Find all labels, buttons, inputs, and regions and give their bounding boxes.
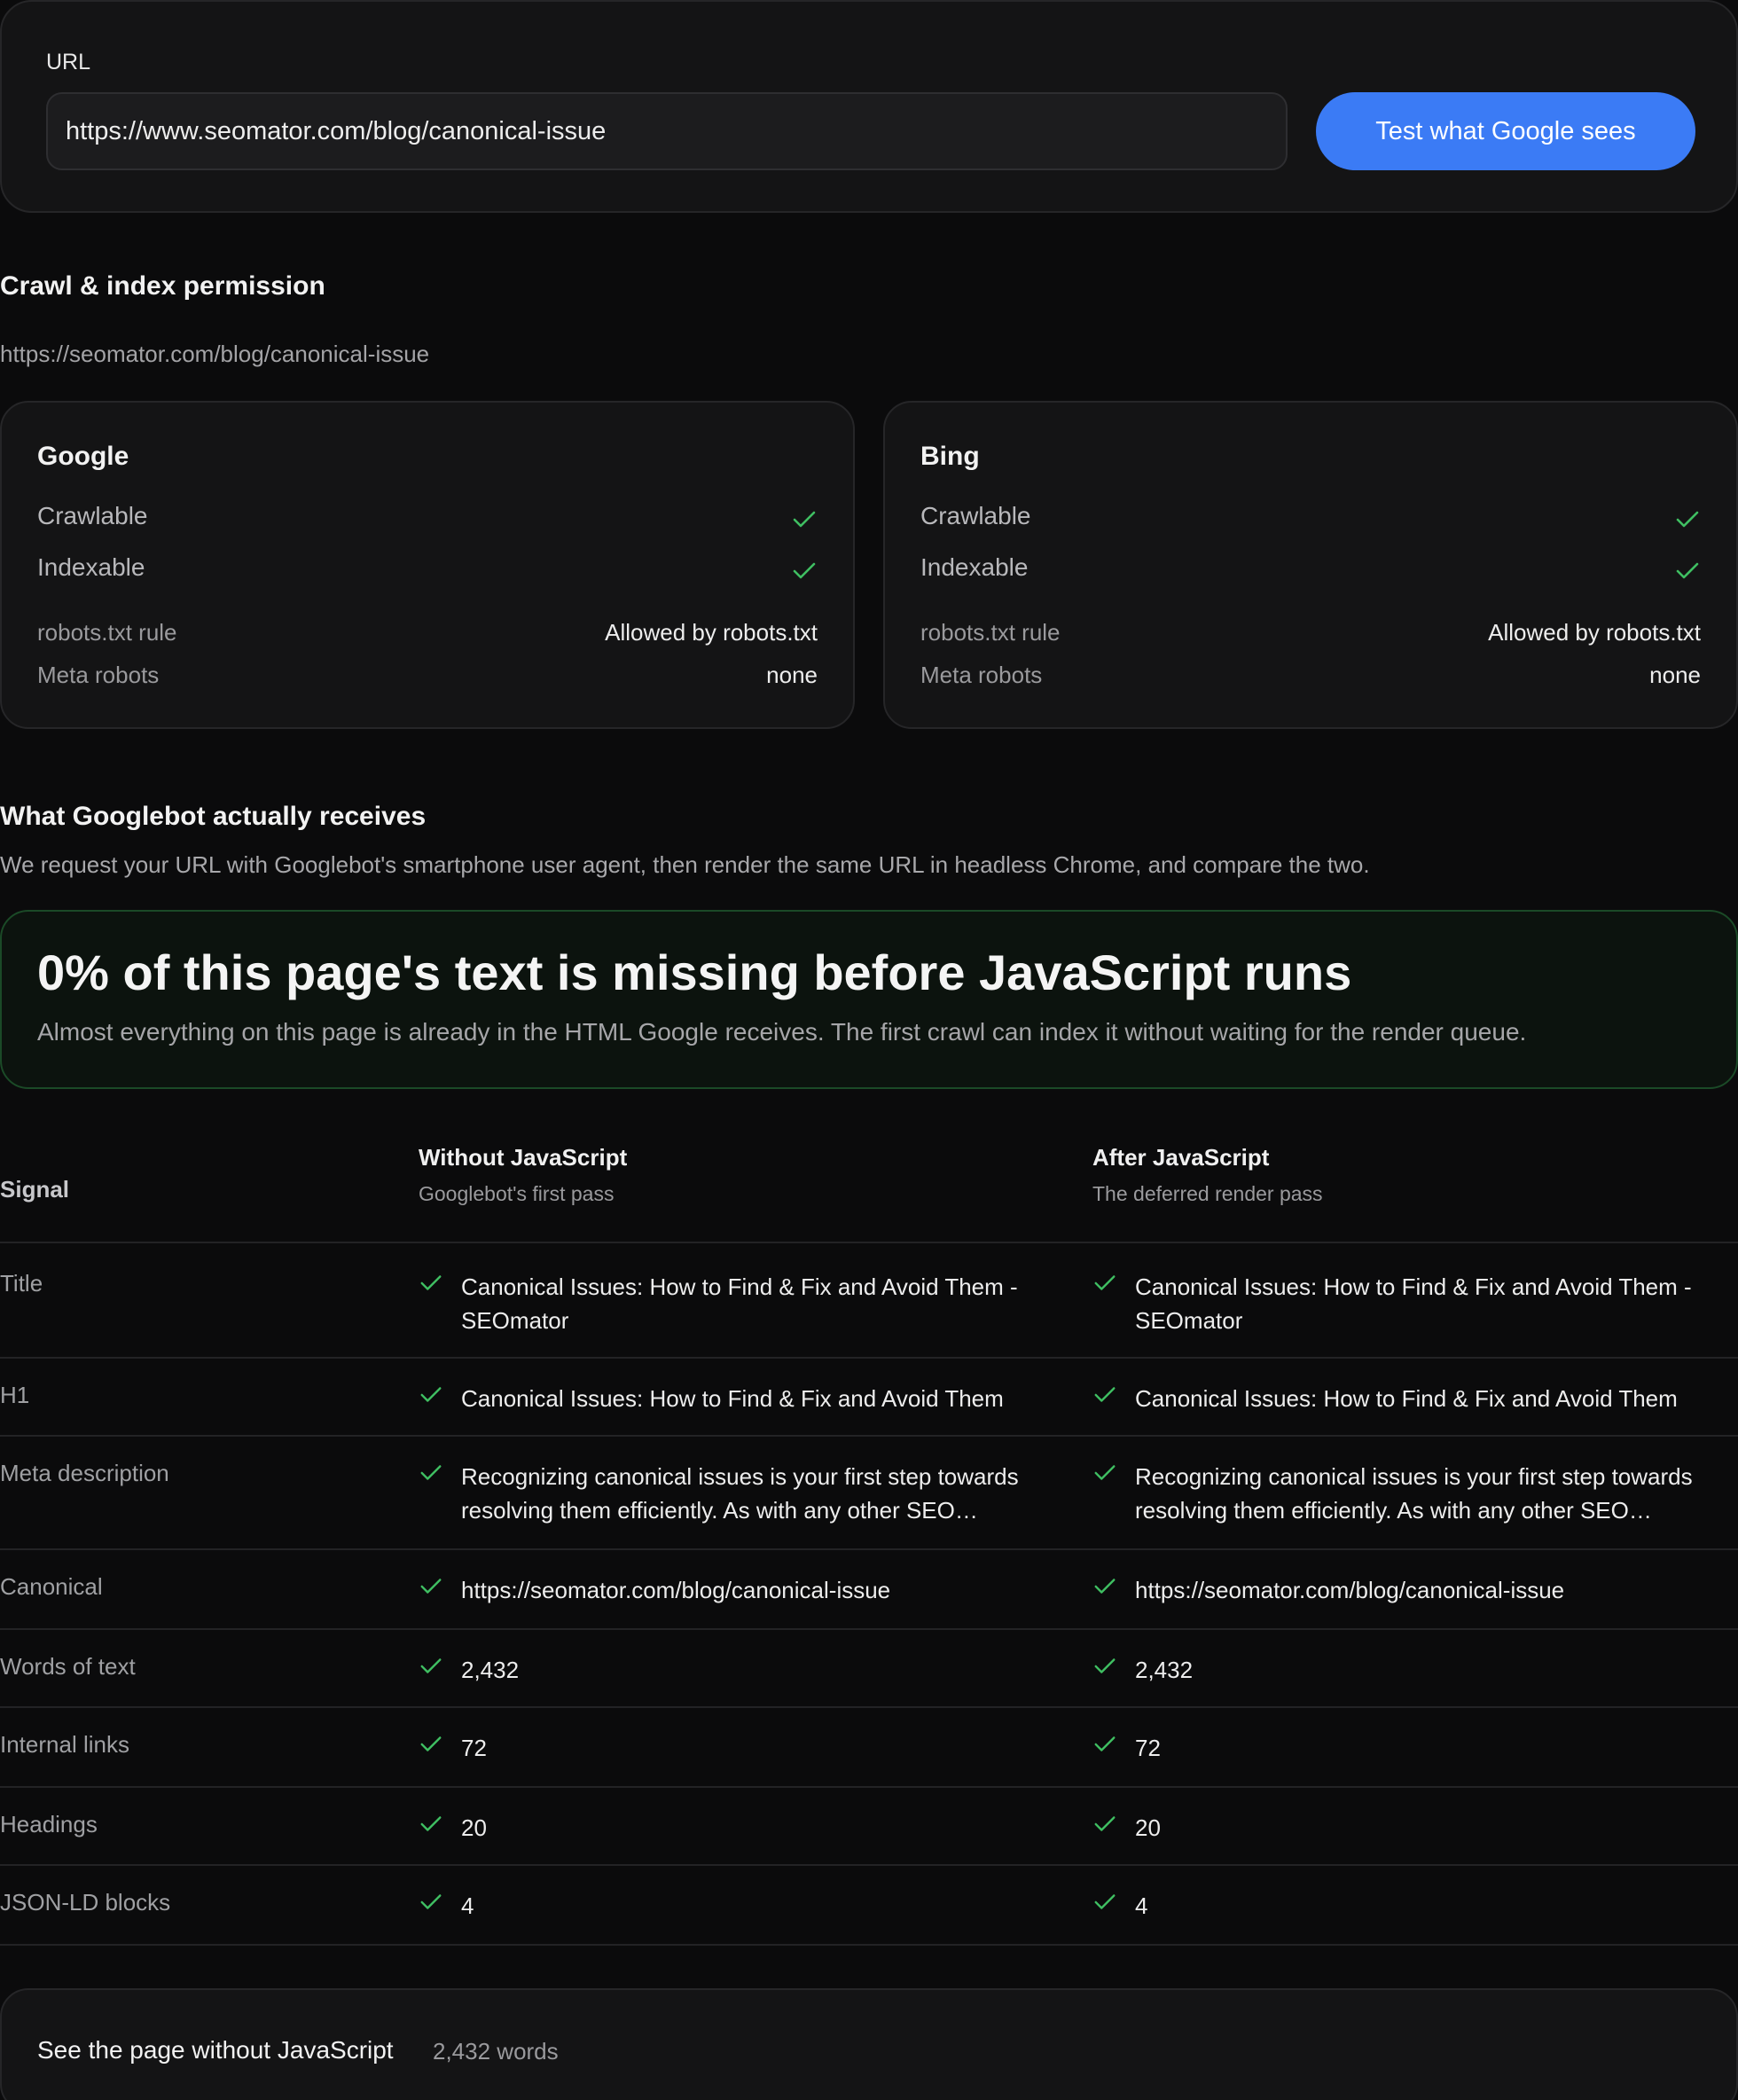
header-title: Without JavaScript — [419, 1144, 628, 1171]
header-without-js: Without JavaScript Googlebot's first pas… — [419, 1144, 627, 1206]
table-row: Words of text 2,432 2,432 — [0, 1630, 1738, 1708]
check-icon — [793, 562, 816, 579]
cell-text: 72 — [1135, 1735, 1161, 1761]
header-signal: Signal — [0, 1176, 70, 1203]
test-what-google-sees-button[interactable]: Test what Google sees — [1316, 92, 1695, 170]
check-row-crawlable: Crawlable — [920, 502, 1701, 537]
check-label: Indexable — [920, 553, 1029, 581]
cell-text: 4 — [1135, 1892, 1148, 1919]
crawl-section-title: Crawl & index permission — [0, 271, 325, 301]
table-row: Title Canonical Issues: How to Find & Fi… — [0, 1245, 1738, 1359]
check-icon — [420, 1658, 442, 1673]
check-label: Crawlable — [37, 502, 148, 529]
check-row-indexable: Indexable — [920, 553, 1701, 589]
robots-rule-row: robots.txt rule Allowed by robots.txt — [920, 619, 1701, 651]
check-icon — [420, 1894, 442, 1909]
check-icon — [1094, 1894, 1116, 1909]
robots-rule-value: Allowed by robots.txt — [1488, 619, 1701, 646]
cell-text: Canonical Issues: How to Find & Fix and … — [461, 1273, 1018, 1334]
row-label: Canonical — [0, 1573, 103, 1600]
footer-title: See the page without JavaScript — [37, 2036, 394, 2064]
cell-text: 2,432 — [461, 1657, 520, 1683]
check-icon — [1094, 1465, 1116, 1480]
table-row: Canonical https://seomator.com/blog/cano… — [0, 1550, 1738, 1630]
robots-rule-value: Allowed by robots.txt — [605, 619, 818, 646]
header-title: After JavaScript — [1092, 1144, 1270, 1171]
page: URL Test what Google sees Crawl & index … — [0, 0, 1738, 2100]
cell-text: 20 — [461, 1814, 487, 1841]
row-label: H1 — [0, 1382, 30, 1408]
check-icon — [1094, 1387, 1116, 1402]
banner-title: 0% of this page's text is missing before… — [37, 944, 1352, 1000]
url-label: URL — [46, 50, 91, 74]
engine-name: Google — [37, 442, 129, 471]
meta-robots-label: Meta robots — [920, 662, 1043, 688]
check-icon — [1676, 511, 1699, 528]
check-icon — [793, 511, 816, 528]
missing-text-banner: 0% of this page's text is missing before… — [0, 910, 1738, 1089]
cell-text: Canonical Issues: How to Find & Fix and … — [1135, 1385, 1678, 1412]
crawl-url: https://seomator.com/blog/canonical-issu… — [0, 341, 430, 367]
check-row-indexable: Indexable — [37, 553, 818, 589]
check-label: Crawlable — [920, 502, 1031, 529]
meta-robots-value: none — [1649, 662, 1701, 688]
check-icon — [420, 1275, 442, 1290]
row-label: Headings — [0, 1811, 98, 1838]
url-form-card: URL Test what Google sees — [0, 0, 1738, 213]
cell-text: Recognizing canonical issues is your fir… — [461, 1463, 1019, 1524]
row-label: JSON-LD blocks — [0, 1889, 171, 1916]
meta-robots-row: Meta robots none — [37, 662, 818, 693]
row-label: Title — [0, 1270, 43, 1297]
check-label: Indexable — [37, 553, 145, 581]
googlebot-description: We request your URL with Googlebot's sma… — [0, 851, 1370, 878]
meta-robots-value: none — [766, 662, 818, 688]
robots-rule-label: robots.txt rule — [37, 619, 177, 646]
word-count: 2,432 words — [433, 2038, 559, 2065]
check-row-crawlable: Crawlable — [37, 502, 818, 537]
cell-text: 2,432 — [1135, 1657, 1194, 1683]
meta-robots-label: Meta robots — [37, 662, 160, 688]
cell-text: https://seomator.com/blog/canonical-issu… — [461, 1577, 891, 1603]
check-icon — [1094, 1579, 1116, 1594]
check-icon — [1094, 1275, 1116, 1290]
check-icon — [420, 1465, 442, 1480]
row-label: Words of text — [0, 1653, 136, 1680]
banner-text: Almost everything on this page is alread… — [37, 1018, 1527, 1046]
bing-card: Bing Crawlable Indexable robots.txt rule… — [883, 401, 1738, 729]
table-row: Headings 20 20 — [0, 1788, 1738, 1866]
check-icon — [420, 1736, 442, 1751]
cell-text: Recognizing canonical issues is your fir… — [1135, 1463, 1693, 1524]
comparison-table-header: Signal Without JavaScript Googlebot's fi… — [0, 1144, 1738, 1243]
table-row: Internal links 72 72 — [0, 1708, 1738, 1788]
header-after-js: After JavaScript The deferred render pas… — [1092, 1144, 1323, 1206]
cell-text: 72 — [461, 1735, 487, 1761]
table-row: Meta description Recognizing canonical i… — [0, 1437, 1738, 1550]
check-icon — [1094, 1816, 1116, 1831]
robots-rule-label: robots.txt rule — [920, 619, 1061, 646]
check-icon — [1676, 562, 1699, 579]
cell-text: https://seomator.com/blog/canonical-issu… — [1135, 1577, 1565, 1603]
googlebot-section-title: What Googlebot actually receives — [0, 802, 427, 831]
see-page-without-js-toggle[interactable]: See the page without JavaScript 2,432 wo… — [0, 1988, 1738, 2100]
check-icon — [420, 1387, 442, 1402]
cell-text: 4 — [461, 1892, 474, 1919]
header-subtitle: The deferred render pass — [1092, 1182, 1323, 1205]
check-icon — [1094, 1736, 1116, 1751]
row-label: Meta description — [0, 1460, 169, 1486]
google-card: Google Crawlable Indexable robots.txt ru… — [0, 401, 855, 729]
cell-text: Canonical Issues: How to Find & Fix and … — [461, 1385, 1004, 1412]
engine-name: Bing — [920, 442, 980, 471]
cell-text: 20 — [1135, 1814, 1161, 1841]
cell-text: Canonical Issues: How to Find & Fix and … — [1135, 1273, 1692, 1334]
check-icon — [420, 1579, 442, 1594]
table-row: JSON-LD blocks 4 4 — [0, 1866, 1738, 1946]
check-icon — [420, 1816, 442, 1831]
meta-robots-row: Meta robots none — [920, 662, 1701, 693]
table-row: H1 Canonical Issues: How to Find & Fix a… — [0, 1359, 1738, 1437]
check-icon — [1094, 1658, 1116, 1673]
row-label: Internal links — [0, 1731, 129, 1758]
url-input[interactable] — [46, 92, 1288, 170]
robots-rule-row: robots.txt rule Allowed by robots.txt — [37, 619, 818, 651]
header-subtitle: Googlebot's first pass — [419, 1182, 615, 1205]
